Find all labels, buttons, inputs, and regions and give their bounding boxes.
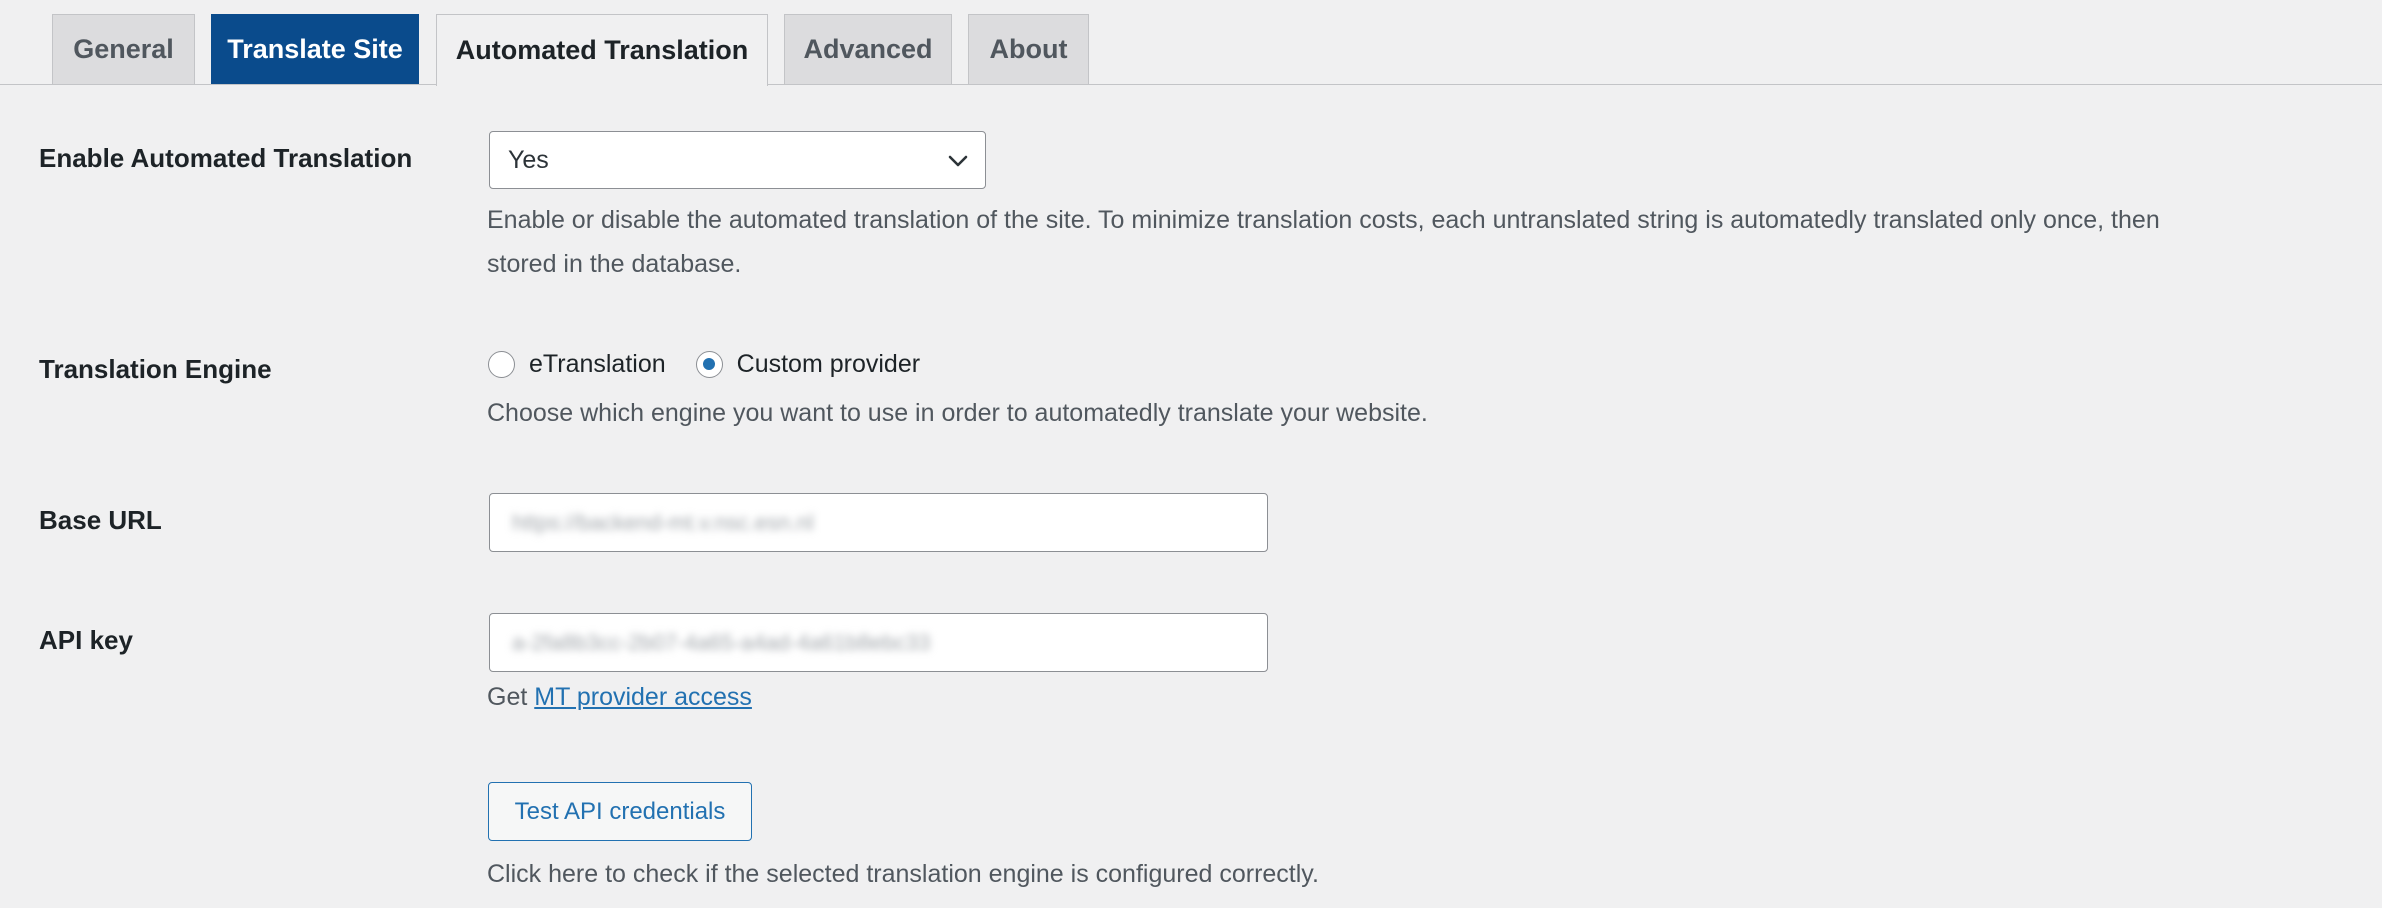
tab-general[interactable]: General [52, 14, 195, 84]
tab-label: Translate Site [227, 34, 403, 64]
radio-custom-provider[interactable] [695, 350, 723, 378]
base-url-label: Base URL [39, 505, 162, 535]
test-description: Click here to check if the selected tran… [487, 860, 1319, 888]
api-key-value: a-2fa8b3cc-2b07-4a65-a4ad-4a61b8ebc33 [512, 629, 931, 655]
translation-engine-radio-group: eTranslation Custom provider [488, 346, 920, 382]
tab-label: Advanced [803, 34, 933, 64]
mt-provider-access-link[interactable]: MT provider access [534, 683, 752, 711]
chevron-down-icon [948, 155, 968, 167]
api-key-label: API key [39, 625, 133, 655]
base-url-input[interactable]: https://backend-mt.v.nsc.esn.nl [489, 493, 1268, 552]
enable-description-line-2: stored in the database. [487, 250, 742, 278]
tab-label: General [73, 34, 174, 64]
enable-description: Enable or disable the automated translat… [487, 198, 2160, 286]
radio-etranslation-label[interactable]: eTranslation [529, 350, 666, 379]
settings-tabs: General Translate Site Automated Transla… [0, 0, 2382, 86]
translation-engine-label: Translation Engine [39, 354, 272, 384]
api-key-input[interactable]: a-2fa8b3cc-2b07-4a65-a4ad-4a61b8ebc33 [489, 613, 1268, 672]
base-url-value: https://backend-mt.v.nsc.esn.nl [512, 509, 814, 535]
enable-automated-translation-select[interactable]: Yes [489, 131, 986, 189]
test-api-credentials-button[interactable]: Test API credentials [488, 782, 752, 841]
select-value: Yes [508, 145, 549, 174]
tab-advanced[interactable]: Advanced [784, 14, 952, 84]
tab-label: About [989, 34, 1068, 64]
tab-label: Automated Translation [455, 35, 749, 65]
provider-access-line: Get MT provider access [487, 683, 752, 712]
enable-automated-translation-label: Enable Automated Translation [39, 143, 413, 173]
radio-etranslation[interactable] [488, 350, 515, 378]
tab-about[interactable]: About [968, 14, 1089, 84]
radio-custom-provider-label[interactable]: Custom provider [737, 350, 920, 379]
tab-automated-translation[interactable]: Automated Translation [436, 14, 768, 86]
engine-description: Choose which engine you want to use in o… [487, 399, 1428, 427]
provider-access-prefix: Get [487, 683, 528, 711]
tabs-divider [0, 84, 2382, 85]
enable-description-line-1: Enable or disable the automated translat… [487, 206, 2160, 234]
tab-translate-site[interactable]: Translate Site [211, 14, 419, 84]
